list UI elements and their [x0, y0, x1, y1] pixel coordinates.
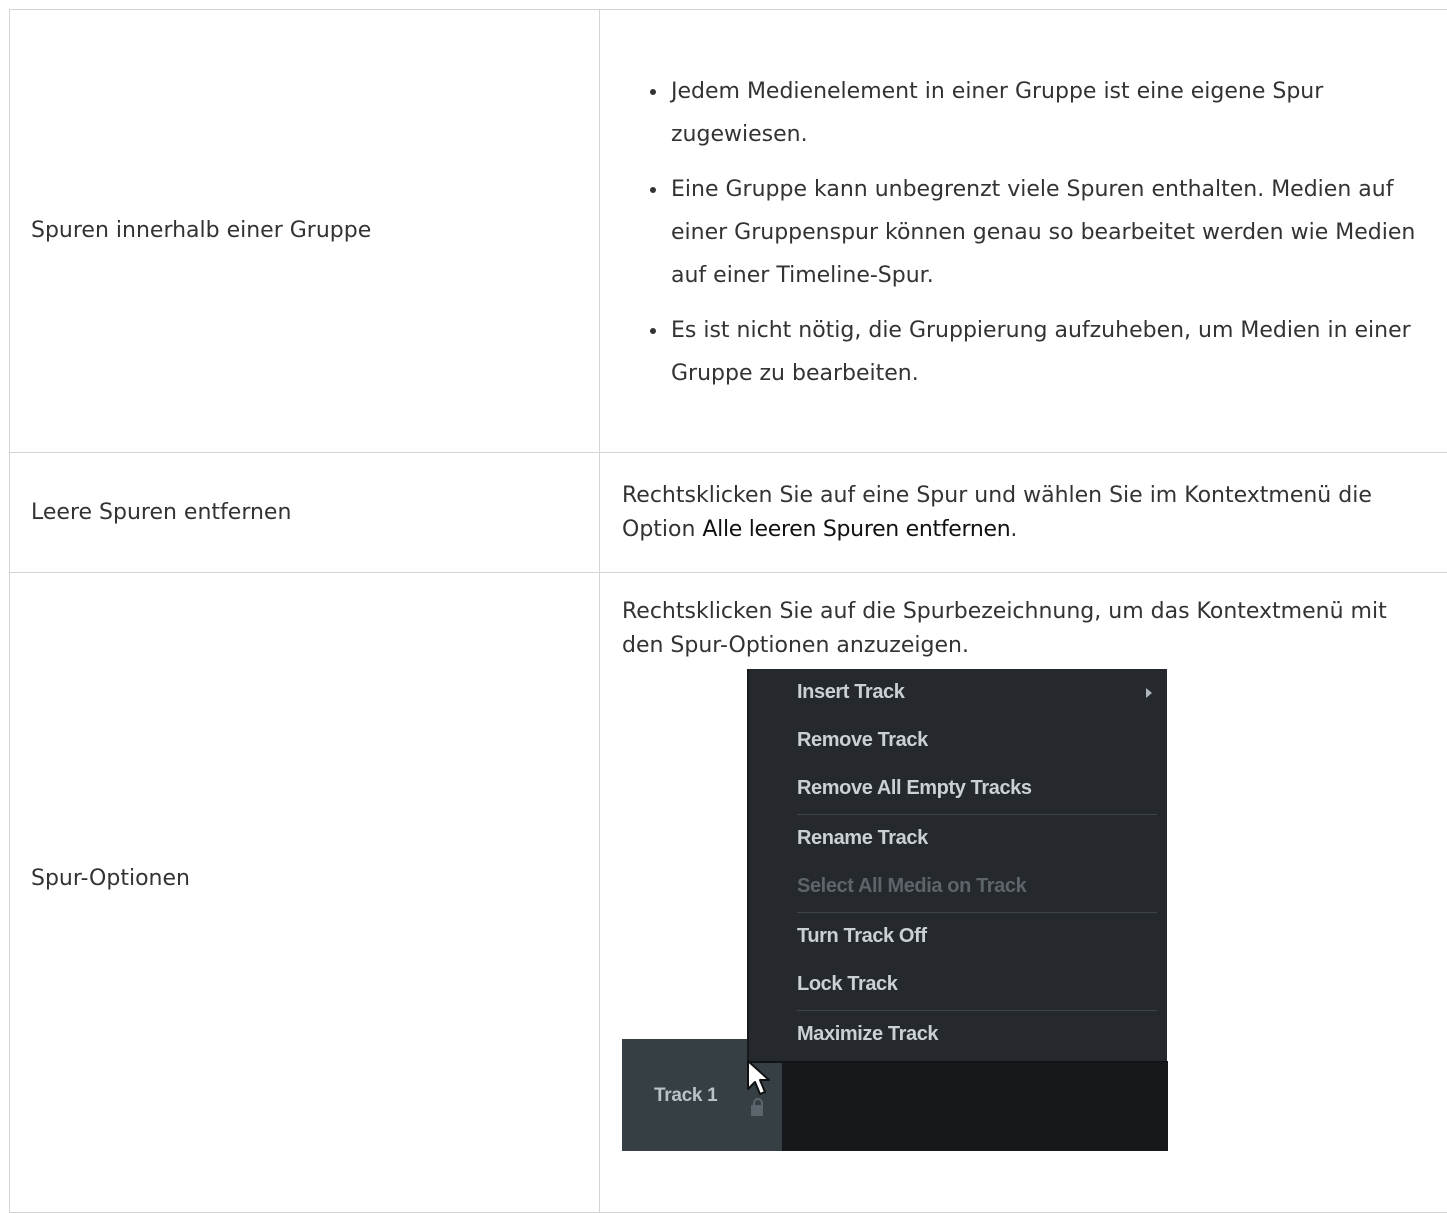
lock-icon: [751, 1105, 763, 1116]
timeline-track-area: [782, 1061, 1168, 1151]
menu-item-rename-track[interactable]: Rename Track: [797, 818, 928, 858]
context-menu: Insert Track Remove Track Remove All Emp…: [747, 669, 1167, 1063]
menu-item-maximize-track[interactable]: Maximize Track: [797, 1014, 938, 1054]
context-menu-screenshot: Track 1 Insert Track Remove Track Remove…: [622, 669, 1168, 1151]
row-label: Spuren innerhalb einer Gruppe: [31, 218, 371, 243]
menu-separator: [797, 814, 1157, 815]
bullet-icon: [650, 89, 656, 95]
row-description-cell: Jedem Medienelement in einer Gruppe ist …: [600, 10, 1447, 453]
menu-item-remove-track[interactable]: Remove Track: [797, 720, 928, 760]
row-description-cell: Rechtsklicken Sie auf eine Spur und wähl…: [600, 453, 1447, 573]
list-item: Jedem Medienelement in einer Gruppe ist …: [671, 70, 1422, 156]
list-item: Eine Gruppe kann unbegrenzt viele Spuren…: [671, 168, 1422, 297]
table-row: Leere Spuren entfernen Rechtsklicken Sie…: [10, 453, 1447, 573]
feature-table: Spuren innerhalb einer Gruppe Jedem Medi…: [9, 9, 1447, 1213]
list-item-text: Es ist nicht nötig, die Gruppierung aufz…: [671, 318, 1411, 386]
row-label: Leere Spuren entfernen: [31, 500, 291, 525]
mouse-cursor-icon: [746, 1059, 772, 1099]
row-description-cell: Rechtsklicken Sie auf die Spurbezeichnun…: [600, 573, 1447, 1213]
submenu-arrow-icon: [1146, 688, 1152, 698]
list-item-text: Eine Gruppe kann unbegrenzt viele Spuren…: [671, 177, 1415, 288]
track-label: Track 1: [654, 1079, 717, 1113]
list-item: Es ist nicht nötig, die Gruppierung aufz…: [671, 309, 1422, 395]
row-label-cell: Spuren innerhalb einer Gruppe: [10, 10, 600, 453]
bullet-icon: [650, 187, 656, 193]
bullet-list: Jedem Medienelement in einer Gruppe ist …: [601, 48, 1446, 415]
menu-separator: [797, 1010, 1157, 1011]
menu-separator: [797, 912, 1157, 913]
row-label-cell: Spur-Optionen: [10, 573, 600, 1213]
menu-item-insert-track[interactable]: Insert Track: [797, 672, 905, 712]
description-text-end: .: [1010, 517, 1017, 542]
ui-option-name: Alle leeren Spuren entfernen: [702, 517, 1010, 542]
menu-item-select-all-media: Select All Media on Track: [797, 866, 1026, 906]
row-label-cell: Leere Spuren entfernen: [10, 453, 600, 573]
description-text: Rechtsklicken Sie auf die Spurbezeichnun…: [622, 595, 1425, 663]
menu-item-remove-all-empty-tracks[interactable]: Remove All Empty Tracks: [797, 768, 1032, 808]
list-item-text: Jedem Medienelement in einer Gruppe ist …: [671, 79, 1323, 147]
table-row: Spuren innerhalb einer Gruppe Jedem Medi…: [10, 10, 1447, 453]
menu-item-turn-track-off[interactable]: Turn Track Off: [797, 916, 927, 956]
menu-item-lock-track[interactable]: Lock Track: [797, 964, 898, 1004]
bullet-icon: [650, 328, 656, 334]
row-label: Spur-Optionen: [31, 862, 599, 896]
table-row: Spur-Optionen Rechtsklicken Sie auf die …: [10, 573, 1447, 1213]
